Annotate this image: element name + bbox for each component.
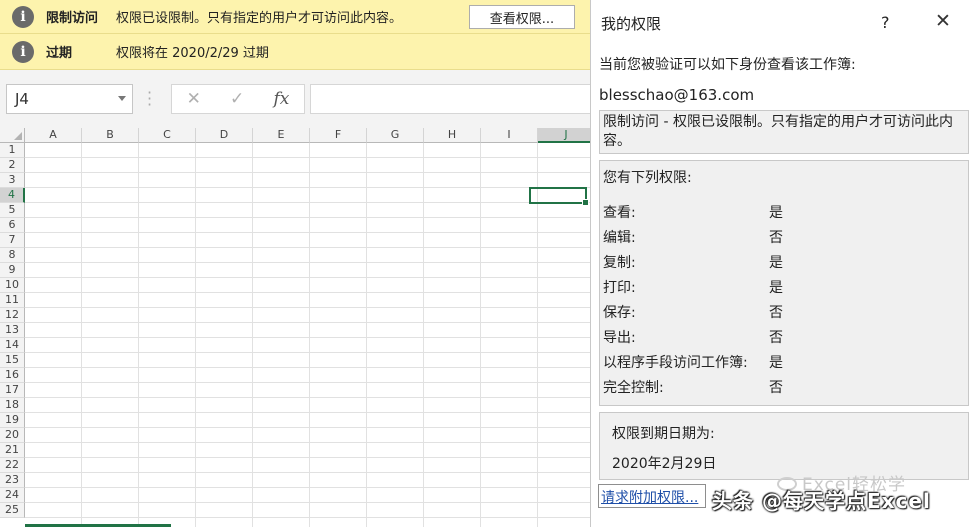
cell-gridlines[interactable] [25, 143, 590, 527]
info-icon: i [12, 5, 34, 28]
name-box[interactable]: J4 [6, 84, 133, 114]
column-header-a[interactable]: A [25, 128, 82, 143]
row-header-9[interactable]: 9 [0, 263, 25, 278]
row-header-1[interactable]: 1 [0, 143, 25, 158]
chevron-down-icon[interactable] [118, 96, 126, 101]
excel-window: i 限制访问 权限已设限制。只有指定的用户才可访问此内容。 查看权限... i … [0, 0, 977, 527]
restriction-note: 限制访问 - 权限已设限制。只有指定的用户才可访问此内容。 [599, 110, 969, 154]
row-header-13[interactable]: 13 [0, 323, 25, 338]
permission-row: 查看: 是 [603, 199, 965, 224]
row-header-19[interactable]: 19 [0, 413, 25, 428]
view-permissions-button[interactable]: 查看权限... [469, 5, 575, 29]
row-header-6[interactable]: 6 [0, 218, 25, 233]
column-header-d[interactable]: D [196, 128, 253, 143]
permission-label: 以程序手段访问工作簿: [603, 354, 748, 371]
pane-header: 我的权限 ? ✕ [591, 0, 977, 46]
permission-row: 复制: 是 [603, 249, 965, 274]
permission-value: 否 [769, 329, 783, 346]
permission-label: 复制: [603, 254, 636, 271]
permission-row: 完全控制: 否 [603, 374, 965, 399]
infobar-title: 过期 [46, 46, 73, 61]
permission-label: 查看: [603, 204, 636, 221]
row-header-15[interactable]: 15 [0, 353, 25, 368]
infobar-title: 限制访问 [46, 11, 99, 26]
row-header-16[interactable]: 16 [0, 368, 25, 383]
row-header-7[interactable]: 7 [0, 233, 25, 248]
row-header-23[interactable]: 23 [0, 473, 25, 488]
watermark-line2: 头条 @每天学点Excel [712, 489, 931, 513]
permission-label: 保存: [603, 304, 636, 321]
column-header-b[interactable]: B [82, 128, 139, 143]
permission-value: 是 [769, 254, 783, 271]
row-header-20[interactable]: 20 [0, 428, 25, 443]
permissions-header: 您有下列权限: [603, 170, 692, 186]
active-cell-selection[interactable] [529, 187, 589, 206]
row-header-11[interactable]: 11 [0, 293, 25, 308]
permission-row: 导出: 否 [603, 324, 965, 349]
row-header-12[interactable]: 12 [0, 308, 25, 323]
pane-body: 当前您被验证可以如下身份查看该工作簿: blesschao@163.com 限制… [599, 46, 969, 480]
row-header-5[interactable]: 5 [0, 203, 25, 218]
permission-value: 否 [769, 304, 783, 321]
row-header-22[interactable]: 22 [0, 458, 25, 473]
permission-label: 完全控制: [603, 379, 664, 396]
permission-row: 以程序手段访问工作簿: 是 [603, 349, 965, 374]
permission-value: 否 [769, 229, 783, 246]
permission-value: 是 [769, 204, 783, 221]
column-header-f[interactable]: F [310, 128, 367, 143]
restricted-access-infobar: i 限制访问 权限已设限制。只有指定的用户才可访问此内容。 查看权限... [0, 0, 590, 34]
expiry-label: 权限到期日期为: [612, 426, 715, 442]
column-header-g[interactable]: G [367, 128, 424, 143]
permission-value: 否 [769, 379, 783, 396]
row-header-24[interactable]: 24 [0, 488, 25, 503]
grip-icon[interactable]: · · · [147, 85, 152, 113]
row-header-4[interactable]: 4 [0, 188, 25, 203]
info-icon: i [12, 40, 34, 63]
name-box-value: J4 [15, 90, 29, 108]
row-header-10[interactable]: 10 [0, 278, 25, 293]
infobar-message: 权限将在 2020/2/29 过期 [116, 46, 269, 61]
identity-intro: 当前您被验证可以如下身份查看该工作簿: [599, 57, 856, 73]
pane-title: 我的权限 [601, 14, 662, 33]
formula-input[interactable] [310, 84, 600, 114]
user-email: blesschao@163.com [599, 86, 755, 104]
column-header-j[interactable]: J [538, 128, 590, 143]
row-header-17[interactable]: 17 [0, 383, 25, 398]
permission-row: 保存: 否 [603, 299, 965, 324]
permission-value: 是 [769, 354, 783, 371]
formula-bar: J4 · · · ✕ ✓ fx [0, 70, 600, 128]
permission-row: 打印: 是 [603, 274, 965, 299]
my-permissions-pane: 我的权限 ? ✕ 当前您被验证可以如下身份查看该工作簿: blesschao@1… [590, 0, 977, 527]
permission-row: 编辑: 否 [603, 224, 965, 249]
infobar-message: 权限已设限制。只有指定的用户才可访问此内容。 [116, 11, 403, 26]
enter-icon[interactable]: ✓ [230, 89, 244, 109]
column-header-e[interactable]: E [253, 128, 310, 143]
row-header-8[interactable]: 8 [0, 248, 25, 263]
worksheet-grid[interactable]: A B C D E F G H I J 1 2 3 4 5 6 7 8 9 10 11 12 13 14 15 16 17 18 19 2… [0, 128, 590, 527]
row-header-2[interactable]: 2 [0, 158, 25, 173]
row-header-21[interactable]: 21 [0, 443, 25, 458]
permission-label: 编辑: [603, 229, 636, 246]
column-header-h[interactable]: H [424, 128, 481, 143]
close-icon[interactable]: ✕ [935, 10, 951, 32]
expiry-infobar: i 过期 权限将在 2020/2/29 过期 [0, 34, 590, 70]
row-header-18[interactable]: 18 [0, 398, 25, 413]
permission-value: 是 [769, 279, 783, 296]
row-header-25[interactable]: 25 [0, 503, 25, 518]
insert-function-icon[interactable]: fx [274, 89, 290, 109]
formula-buttons: ✕ ✓ fx [171, 84, 305, 114]
permission-label: 打印: [603, 279, 636, 296]
permission-label: 导出: [603, 329, 636, 346]
select-all-corner[interactable] [0, 128, 25, 143]
cancel-icon[interactable]: ✕ [187, 89, 201, 109]
permissions-list: 您有下列权限: 查看: 是编辑: 否复制: 是打印: 是保存: 否导出: 否以程序手段访问工… [599, 160, 969, 406]
column-header-i[interactable]: I [481, 128, 538, 143]
help-icon[interactable]: ? [881, 13, 890, 32]
request-permissions-link[interactable]: 请求附加权限... [598, 484, 706, 508]
row-header-14[interactable]: 14 [0, 338, 25, 353]
row-header-3[interactable]: 3 [0, 173, 25, 188]
column-header-c[interactable]: C [139, 128, 196, 143]
